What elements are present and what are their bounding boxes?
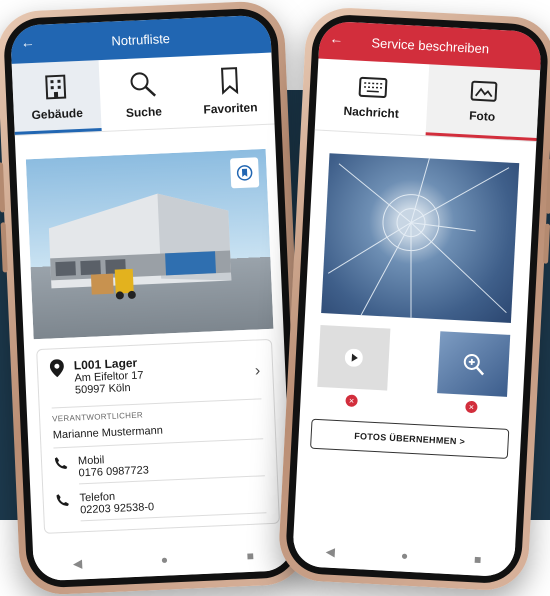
header-title: Notrufliste <box>111 30 171 49</box>
location-card[interactable]: L001 Lager Am Eifeltor 17 50997 Köln › V… <box>36 338 280 534</box>
contact-telefon[interactable]: Telefon 02203 92538-0 <box>55 484 267 522</box>
image-icon <box>470 80 497 102</box>
thumbnail-row: × × <box>316 324 511 415</box>
thumb-image-item: × <box>436 331 511 415</box>
search-icon <box>130 71 157 97</box>
fotos-uebernehmen-button[interactable]: FOTOS ÜBERNEHMEN > <box>310 418 510 459</box>
thumb-video-item: × <box>316 324 391 409</box>
tab-bar: Gebäude Suche Favoriten <box>11 52 275 136</box>
nav-back-icon[interactable]: ◀ <box>325 545 335 559</box>
left-phone: ← Notrufliste Gebäude Suche Favoriten L0… <box>0 0 309 596</box>
side-button <box>0 222 8 273</box>
left-screen: ← Notrufliste Gebäude Suche Favoriten L0… <box>9 14 295 582</box>
delete-icon[interactable]: × <box>345 394 358 408</box>
bookmark-icon <box>220 66 238 95</box>
warehouse-photo <box>25 148 274 340</box>
broken-glass-photo <box>321 153 520 323</box>
phone-icon <box>54 457 68 469</box>
back-arrow-icon[interactable]: ← <box>329 30 344 47</box>
tab-suche[interactable]: Suche <box>98 56 188 131</box>
play-icon <box>344 348 363 367</box>
delete-icon[interactable]: × <box>465 400 478 414</box>
tab-favoriten[interactable]: Favoriten <box>185 53 275 128</box>
side-button <box>0 162 6 213</box>
nav-back-icon[interactable]: ◀ <box>73 556 83 570</box>
responsible-label: VERANTWORTLICHER <box>51 398 263 424</box>
tab-label: Favoriten <box>203 99 258 117</box>
tab-bar: Nachricht Foto <box>314 58 541 143</box>
image-thumbnail[interactable] <box>437 331 511 397</box>
nav-home-icon[interactable]: ● <box>401 549 409 563</box>
building-icon <box>45 74 67 100</box>
location-city: 50997 Köln <box>74 382 131 397</box>
keyboard-icon <box>358 76 387 98</box>
person-name: Marianne Mustermann <box>52 420 264 449</box>
side-button <box>545 158 550 214</box>
tab-label: Nachricht <box>343 103 400 121</box>
right-screen: ← Service beschreiben Nachricht Foto × ×… <box>291 20 543 578</box>
contact-mobile[interactable]: Mobil 0176 0987723 <box>54 447 265 485</box>
video-thumbnail[interactable] <box>317 324 391 391</box>
nav-home-icon[interactable]: ● <box>160 553 168 567</box>
tab-label: Foto <box>468 108 496 124</box>
nav-recent-icon[interactable]: ■ <box>246 549 254 563</box>
right-phone: ← Service beschreiben Nachricht Foto × ×… <box>277 5 550 593</box>
tab-foto[interactable]: Foto <box>425 64 541 142</box>
location-row[interactable]: L001 Lager Am Eifeltor 17 50997 Köln › <box>49 350 261 397</box>
bookmark-icon <box>236 165 253 181</box>
chevron-right-icon[interactable]: › <box>255 362 261 380</box>
header-title: Service beschreiben <box>371 34 490 56</box>
tab-nachricht[interactable]: Nachricht <box>315 59 430 136</box>
crack-lines <box>327 158 510 318</box>
map-pin-icon <box>49 359 64 378</box>
tab-label: Gebäude <box>31 105 84 123</box>
zoom-in-icon <box>463 353 485 376</box>
phone-icon <box>56 494 69 506</box>
tab-gebaeude[interactable]: Gebäude <box>11 60 102 135</box>
back-arrow-icon[interactable]: ← <box>20 34 35 51</box>
tab-label: Suche <box>125 103 163 120</box>
favorite-toggle[interactable] <box>229 157 260 189</box>
nav-recent-icon[interactable]: ■ <box>474 552 482 566</box>
